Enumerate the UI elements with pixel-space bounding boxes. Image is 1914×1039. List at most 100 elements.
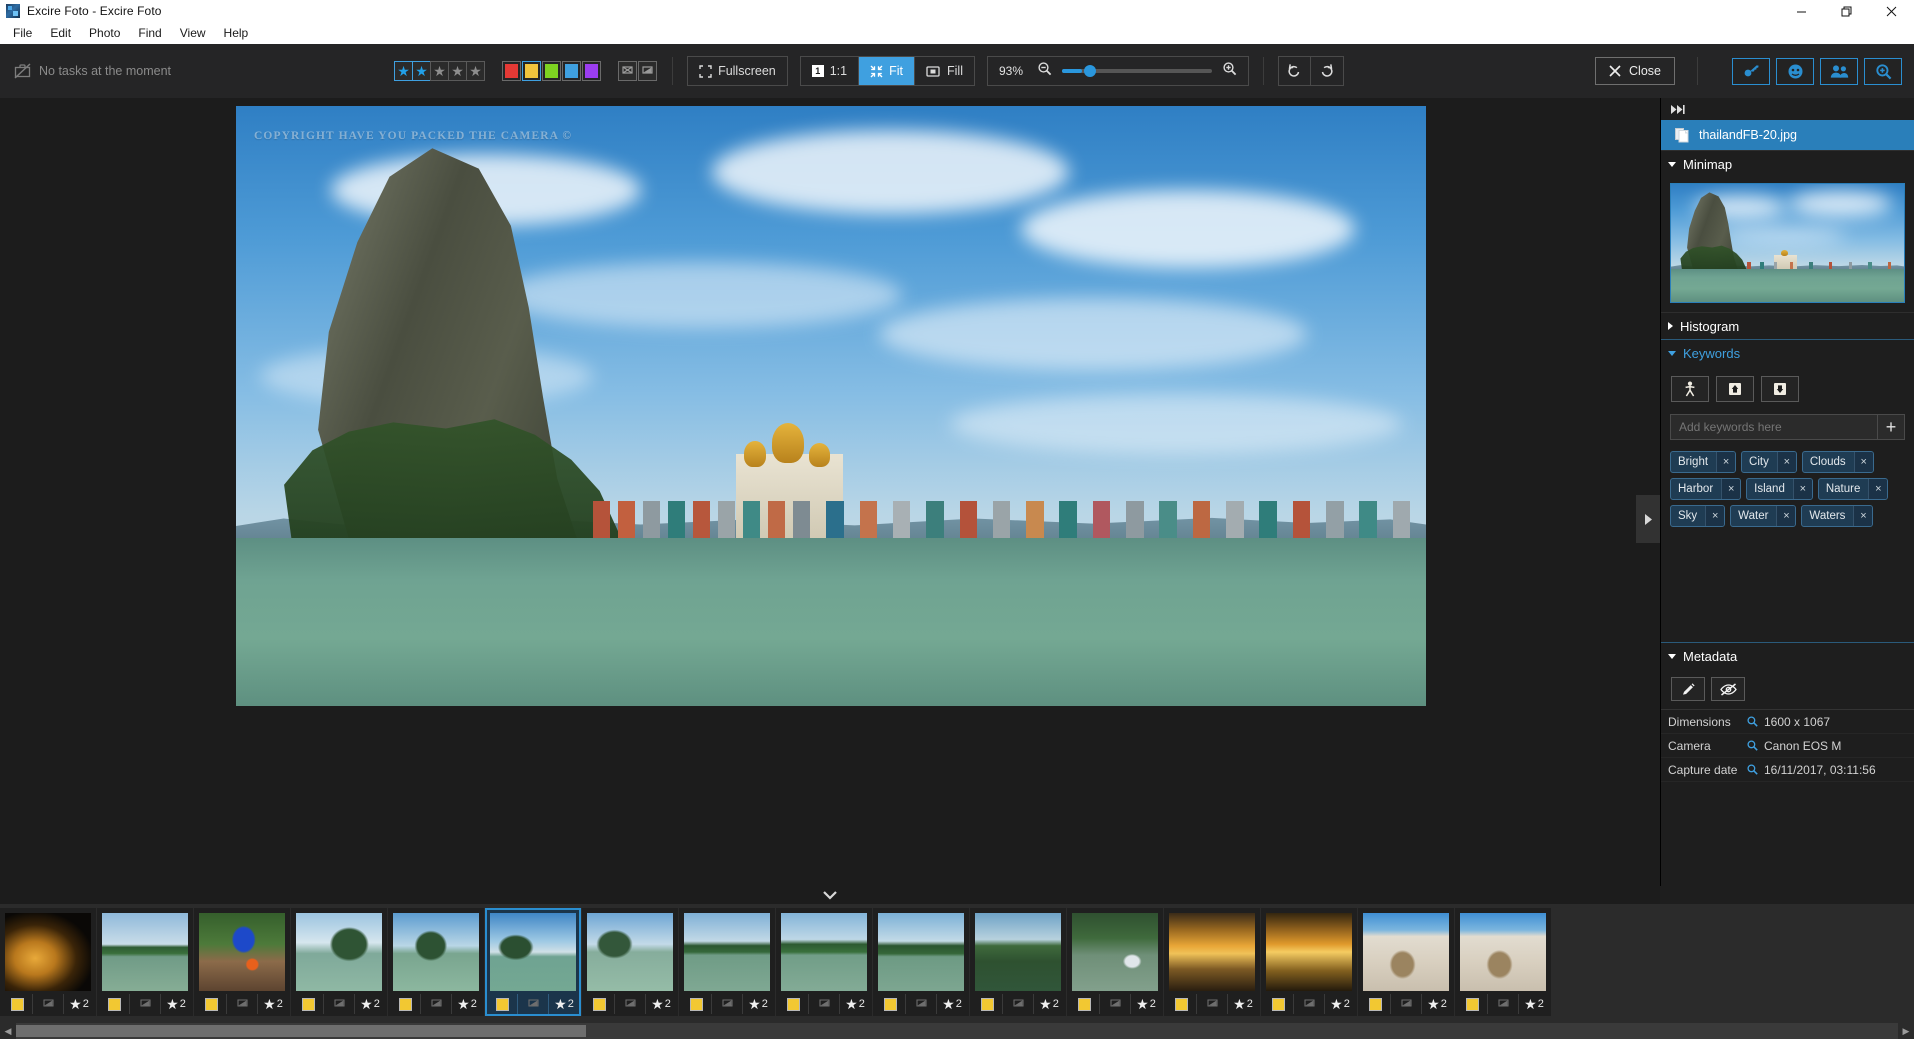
- thumb-mangrove-5[interactable]: ★ 2: [970, 908, 1066, 1016]
- thumbnail-flag-icon[interactable]: [130, 994, 161, 1014]
- zoom-slider[interactable]: [1061, 65, 1212, 77]
- minimize-icon[interactable]: [1779, 0, 1824, 22]
- thumbnail-rating[interactable]: ★ 2: [64, 994, 94, 1014]
- thumbnail-flag-icon[interactable]: [33, 994, 64, 1014]
- thumbnail-rating[interactable]: ★ 2: [1422, 994, 1452, 1014]
- thumbnail-rating[interactable]: ★ 2: [1519, 994, 1549, 1014]
- person-keyword-icon[interactable]: [1671, 376, 1709, 402]
- current-file-row[interactable]: thailandFB-20.jpg: [1661, 120, 1914, 150]
- rating-star-3[interactable]: ★: [430, 61, 450, 81]
- remove-keyword-icon[interactable]: ×: [1716, 452, 1736, 472]
- remove-keyword-icon[interactable]: ×: [1721, 479, 1741, 499]
- rating-star-1[interactable]: ★: [394, 61, 414, 81]
- thumbnail-flag-icon[interactable]: [1003, 994, 1034, 1014]
- menu-edit[interactable]: Edit: [41, 23, 80, 43]
- section-header-metadata[interactable]: Metadata: [1661, 642, 1914, 669]
- scrollbar-thumb[interactable]: [16, 1025, 586, 1037]
- rating-star-5[interactable]: ★: [466, 61, 486, 81]
- thumbnail-flag-icon[interactable]: [906, 994, 937, 1014]
- remove-keyword-icon[interactable]: ×: [1705, 506, 1725, 526]
- metadata-value-cell[interactable]: 16/11/2017, 03:11:56: [1747, 763, 1876, 777]
- filmstrip[interactable]: ★ 2 ★ 2 ★ 2 ★ 2 ★ 2 ★ 2 ★ 2 ★ 2 ★ 2 ★ 2 ★ 2 ★ 2 ★ 2 ★ 2 ★ 2 ★ 2: [0, 904, 1914, 1023]
- keyword-tag[interactable]: Island ×: [1746, 478, 1813, 500]
- thumbnail-rating[interactable]: ★ 2: [1034, 994, 1064, 1014]
- thumbnail-rating[interactable]: ★ 2: [355, 994, 385, 1014]
- edit-metadata-icon[interactable]: [1671, 677, 1705, 701]
- rotate-right-icon[interactable]: [1311, 57, 1343, 85]
- section-header-keywords[interactable]: Keywords: [1661, 339, 1914, 366]
- collapse-right-panel-handle[interactable]: [1636, 495, 1660, 543]
- flag-picked-icon[interactable]: [638, 61, 658, 81]
- thumbnail-flag-icon[interactable]: [227, 994, 258, 1014]
- thumbnail-rating[interactable]: ★ 2: [646, 994, 676, 1014]
- menu-photo[interactable]: Photo: [80, 23, 129, 43]
- scrollbar-track[interactable]: [16, 1023, 1898, 1039]
- flag-rejected-icon[interactable]: [618, 61, 638, 81]
- thumbnail-color-label[interactable]: [1360, 994, 1391, 1014]
- rating-star-2[interactable]: ★: [412, 61, 432, 81]
- thumb-mangrove-3[interactable]: ★ 2: [776, 908, 872, 1016]
- thumbnail-flag-icon[interactable]: [1100, 994, 1131, 1014]
- color-label-green[interactable]: [542, 61, 562, 81]
- thumbnail-rating[interactable]: ★ 2: [549, 994, 579, 1014]
- thumbnail-rating[interactable]: ★ 2: [1325, 994, 1355, 1014]
- image-viewer[interactable]: COPYRIGHT HAVE YOU PACKED THE CAMERA ©: [0, 98, 1660, 886]
- keyword-tag[interactable]: City ×: [1741, 451, 1797, 473]
- thumbnail-flag-icon[interactable]: [421, 994, 452, 1014]
- thumbnail-flag-icon[interactable]: [1488, 994, 1519, 1014]
- thumb-market-boat[interactable]: ★ 2: [194, 908, 290, 1016]
- thumbnail-rating[interactable]: ★ 2: [1131, 994, 1161, 1014]
- thumb-river-boat[interactable]: ★ 2: [1067, 908, 1163, 1016]
- thumbnail-color-label[interactable]: [681, 994, 712, 1014]
- thumb-buddha[interactable]: ★ 2: [0, 908, 96, 1016]
- zoom-in-icon[interactable]: [1222, 61, 1237, 81]
- section-header-minimap[interactable]: Minimap: [1661, 150, 1914, 177]
- remove-keyword-icon[interactable]: ×: [1853, 506, 1873, 526]
- thumbnail-color-label[interactable]: [1263, 994, 1294, 1014]
- view-mode-fit[interactable]: Fit: [859, 57, 916, 85]
- section-header-histogram[interactable]: Histogram: [1661, 312, 1914, 339]
- search-photo-icon[interactable]: [1864, 57, 1902, 85]
- thumbnail-color-label[interactable]: [99, 994, 130, 1014]
- thumb-bay-boat[interactable]: ★ 2: [291, 908, 387, 1016]
- face-icon[interactable]: [1776, 57, 1814, 85]
- view-mode-fill[interactable]: Fill: [915, 57, 974, 85]
- menu-view[interactable]: View: [171, 23, 215, 43]
- keyword-input[interactable]: [1670, 414, 1877, 440]
- thumb-mangrove-1[interactable]: ★ 2: [97, 908, 193, 1016]
- thumbnail-color-label[interactable]: [2, 994, 33, 1014]
- filmstrip-scrollbar[interactable]: ◀ ▶: [0, 1023, 1914, 1039]
- thumbnail-color-label[interactable]: [196, 994, 227, 1014]
- thumbnail-color-label[interactable]: [390, 994, 421, 1014]
- close-icon[interactable]: [1869, 0, 1914, 22]
- rotate-left-icon[interactable]: [1279, 57, 1311, 85]
- fast-forward-icon[interactable]: [1661, 98, 1914, 120]
- rating-star-4[interactable]: ★: [448, 61, 468, 81]
- keyword-tag[interactable]: Harbor ×: [1670, 478, 1742, 500]
- keyword-tag[interactable]: Bright ×: [1670, 451, 1737, 473]
- metadata-value-cell[interactable]: Canon EOS M: [1747, 739, 1841, 753]
- hide-metadata-icon[interactable]: [1711, 677, 1745, 701]
- thumbnail-rating[interactable]: ★ 2: [743, 994, 773, 1014]
- main-photo[interactable]: COPYRIGHT HAVE YOU PACKED THE CAMERA ©: [236, 106, 1426, 706]
- restore-icon[interactable]: [1824, 0, 1869, 22]
- remove-keyword-icon[interactable]: ×: [1776, 506, 1796, 526]
- thumbnail-flag-icon[interactable]: [1294, 994, 1325, 1014]
- filmstrip-toggle-bar[interactable]: [0, 886, 1660, 904]
- fullscreen-button[interactable]: Fullscreen: [688, 57, 787, 85]
- remove-keyword-icon[interactable]: ×: [1792, 479, 1812, 499]
- chevron-right-icon[interactable]: ▶: [1898, 1023, 1914, 1039]
- thumbnail-rating[interactable]: ★ 2: [840, 994, 870, 1014]
- keyword-tag[interactable]: Waters ×: [1801, 505, 1874, 527]
- chevron-left-icon[interactable]: ◀: [0, 1023, 16, 1039]
- thumbnail-color-label[interactable]: [972, 994, 1003, 1014]
- close-viewer-button[interactable]: Close: [1595, 57, 1675, 85]
- keyword-tag[interactable]: Water ×: [1730, 505, 1797, 527]
- add-keyword-button[interactable]: +: [1877, 414, 1905, 440]
- thumbnail-rating[interactable]: ★ 2: [1228, 994, 1258, 1014]
- thumb-sunset-2[interactable]: ★ 2: [1261, 908, 1357, 1016]
- view-mode-1-1[interactable]: 1 1:1: [801, 57, 860, 85]
- color-label-red[interactable]: [502, 61, 522, 81]
- thumbnail-flag-icon[interactable]: [615, 994, 646, 1014]
- metadata-value-cell[interactable]: 1600 x 1067: [1747, 715, 1830, 729]
